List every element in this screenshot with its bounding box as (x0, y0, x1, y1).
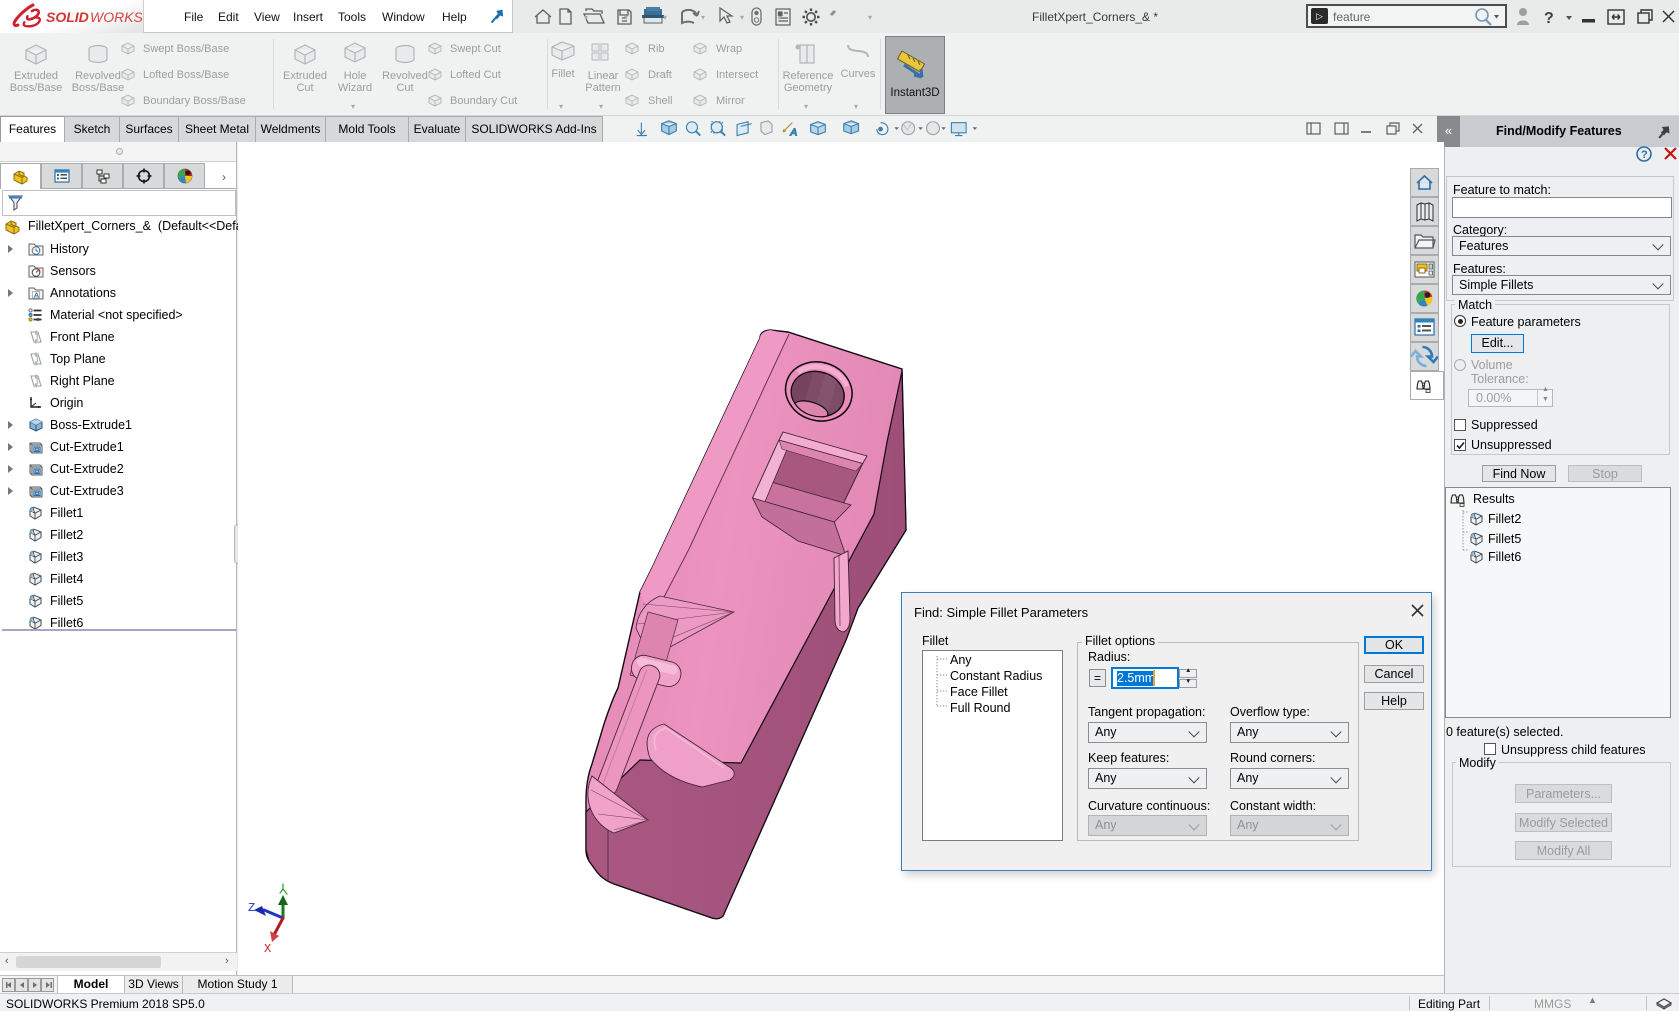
svg-text:?: ? (1641, 149, 1648, 161)
svg-text:X: X (264, 942, 271, 956)
svg-text:Z: Z (248, 901, 255, 915)
